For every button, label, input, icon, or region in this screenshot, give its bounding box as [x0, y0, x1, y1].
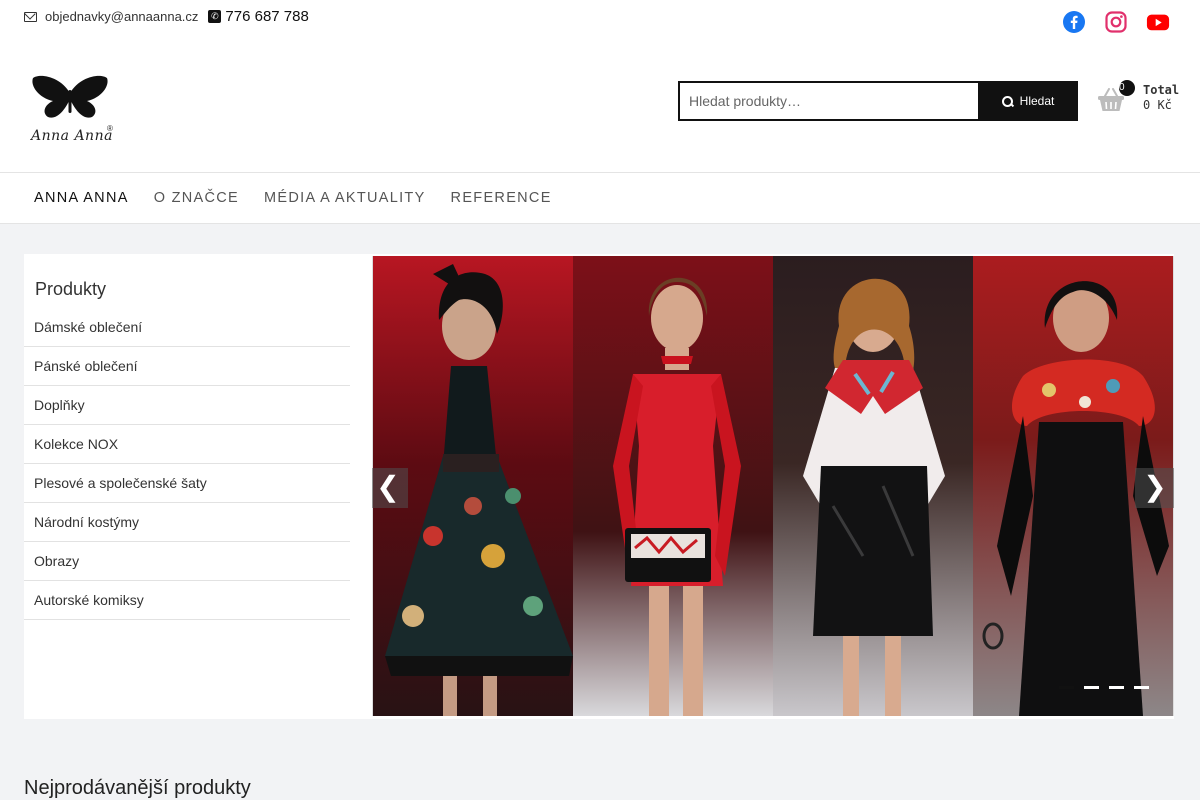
cart-total: Total 0 Kč [1143, 83, 1179, 113]
registered-mark: ® [107, 124, 113, 133]
hero-section: Produkty Dámské oblečení Pánské oblečení… [24, 254, 1174, 719]
category-autorske-komiksy[interactable]: Autorské komiksy [24, 581, 350, 620]
category-doplnky[interactable]: Doplňky [24, 386, 350, 425]
search-icon [1001, 95, 1013, 107]
facebook-icon[interactable] [1062, 10, 1086, 34]
product-sidebar: Produkty Dámské oblečení Pánské oblečení… [24, 254, 350, 620]
cart-total-price: 0 Kč [1143, 98, 1172, 112]
nav-item-media-aktuality[interactable]: MÉDIA A AKTUALITY [264, 190, 426, 206]
bestsellers-heading: Nejprodávanější produkty [24, 777, 251, 799]
category-list: Dámské oblečení Pánské oblečení Doplňky … [24, 308, 350, 620]
cart-total-label: Total [1143, 83, 1180, 97]
sidebar-title: Produkty [35, 279, 107, 299]
hero-slider: ❮ ❯ [372, 256, 1174, 716]
nav-item-reference[interactable]: REFERENCE [451, 190, 552, 206]
category-narodni-kostymy[interactable]: Národní kostýmy [24, 503, 350, 542]
social-links [1062, 10, 1170, 34]
search-button-label: Hledat [1019, 94, 1055, 108]
slider-pagination [1059, 686, 1149, 689]
slider-dot-1[interactable] [1059, 686, 1074, 689]
logo-wordmark: Anna Anna [30, 128, 113, 144]
category-obrazy[interactable]: Obrazy [24, 542, 350, 581]
youtube-icon[interactable] [1146, 10, 1170, 34]
slide-image-scarf-blouse [773, 256, 973, 716]
brand-logo[interactable]: Anna Anna ® [30, 72, 116, 148]
cart-count-badge: 0 [1119, 80, 1135, 96]
search-input[interactable] [678, 81, 978, 121]
mail-icon [24, 11, 37, 22]
category-kolekce-nox[interactable]: Kolekce NOX [24, 425, 350, 464]
contact-bar: objednavky@annaanna.cz ✆ 776 687 788 [24, 8, 309, 25]
slider-dot-2[interactable] [1084, 686, 1099, 689]
nav-item-o-znacce[interactable]: O ZNAČCE [154, 190, 239, 206]
search-button[interactable]: Hledat [978, 81, 1078, 121]
instagram-icon[interactable] [1104, 10, 1128, 34]
phone-icon: ✆ [208, 10, 222, 23]
nav-item-anna-anna[interactable]: ANNA ANNA [34, 190, 129, 206]
email-link[interactable]: objednavky@annaanna.cz [45, 9, 198, 24]
slider-next-button[interactable]: ❯ [1135, 468, 1174, 508]
slide-image-red-dress [573, 256, 773, 716]
site-header: objednavky@annaanna.cz ✆ 776 687 788 Ann… [0, 0, 1200, 172]
search-form: Hledat [678, 81, 1078, 121]
slider-dot-4[interactable] [1134, 686, 1149, 689]
category-panske-obleceni[interactable]: Pánské oblečení [24, 347, 350, 386]
phone-link[interactable]: 776 687 788 [225, 8, 308, 25]
category-plesove-saty[interactable]: Plesové a společenské šaty [24, 464, 350, 503]
main-nav: ANNA ANNA O ZNAČCE MÉDIA A AKTUALITY REF… [0, 172, 1200, 224]
slider-prev-button[interactable]: ❮ [372, 468, 408, 508]
slider-dot-3[interactable] [1109, 686, 1124, 689]
category-damske-obleceni[interactable]: Dámské oblečení [24, 308, 350, 347]
butterfly-logo-icon [32, 75, 108, 118]
